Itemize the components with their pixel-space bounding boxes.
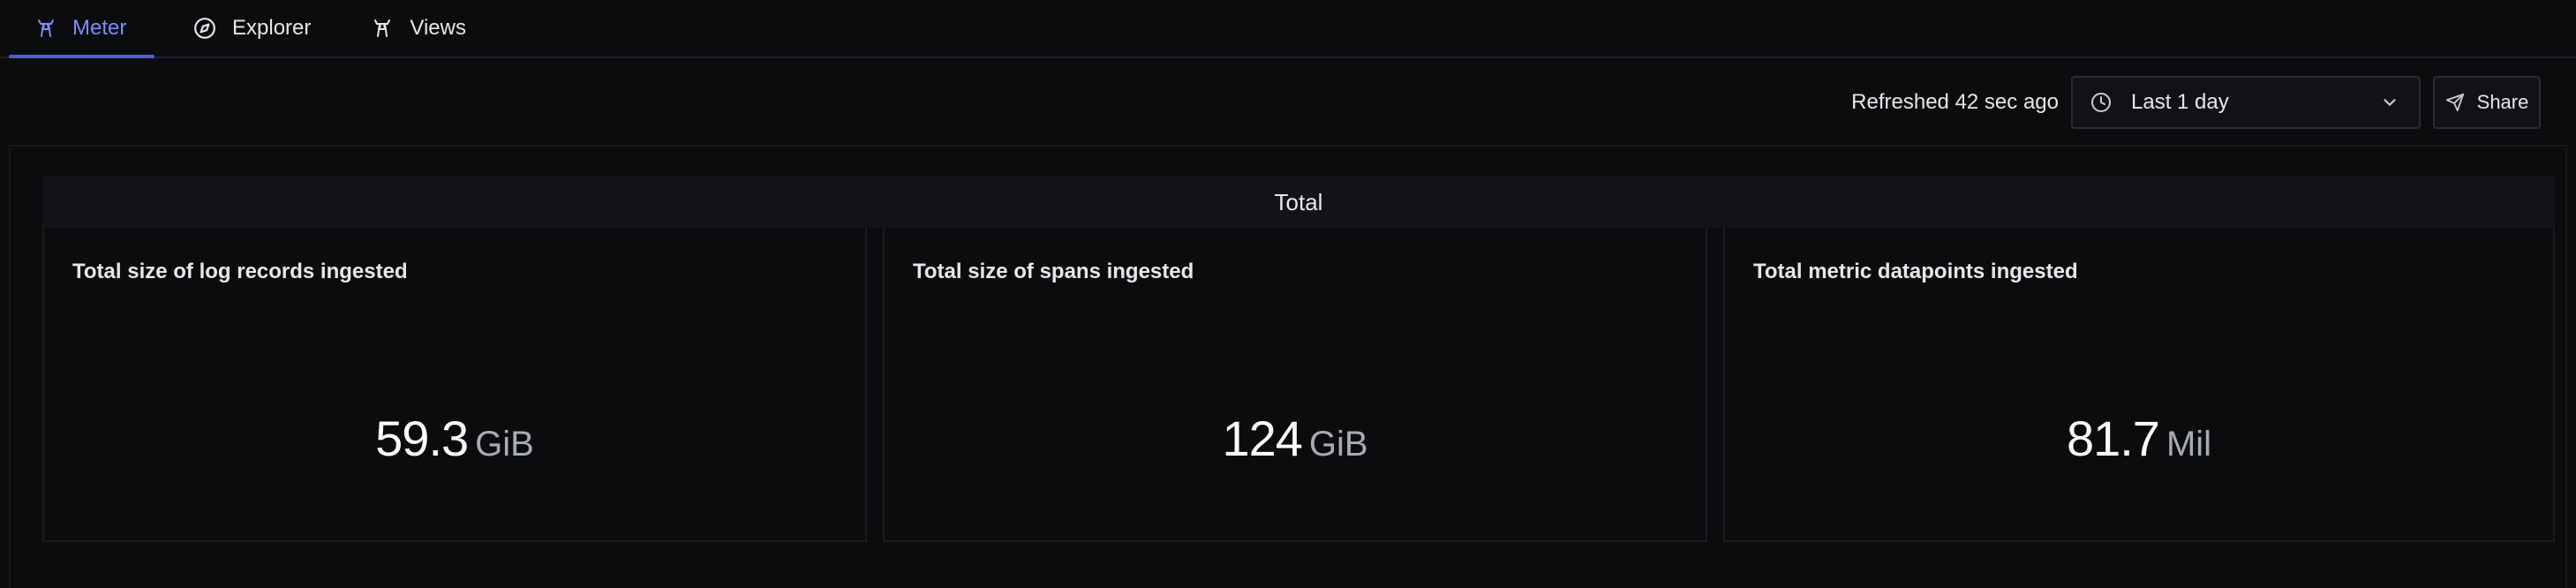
panel-value: 59.3 GiB <box>44 410 865 467</box>
value-unit: GiB <box>475 425 534 464</box>
panel-value: 81.7 Mil <box>1725 410 2553 467</box>
panel-title: Total size of log records ingested <box>72 260 408 283</box>
send-icon <box>2445 93 2465 112</box>
refreshed-status: Refreshed 42 sec ago <box>1851 90 2059 114</box>
dashboard-content: Total Total size of log records ingested… <box>9 148 2567 588</box>
tower-icon <box>371 17 394 40</box>
panel-spans[interactable]: Total size of spans ingested 124 GiB <box>883 228 1707 542</box>
tower-icon <box>35 17 56 40</box>
tab-explorer-label: Explorer <box>232 16 312 40</box>
toolbar: Refreshed 42 sec ago Last 1 day Share <box>9 60 2567 147</box>
share-label: Share <box>2476 91 2529 113</box>
panel-title: Total metric datapoints ingested <box>1753 260 2078 283</box>
compass-icon <box>193 17 216 40</box>
panel-value: 124 GiB <box>885 410 1706 467</box>
share-button[interactable]: Share <box>2433 76 2541 129</box>
panel-title: Total size of spans ingested <box>913 260 1194 283</box>
value-unit: GiB <box>1308 425 1368 464</box>
tab-meter[interactable]: Meter <box>0 0 154 58</box>
time-range-select[interactable]: Last 1 day <box>2071 76 2421 129</box>
tab-views[interactable]: Views <box>343 0 498 57</box>
app: Meter Explorer Views Refreshed 42 sec ag… <box>0 0 2576 588</box>
value-number: 59.3 <box>375 411 469 466</box>
chevron-down-icon <box>2380 93 2399 112</box>
tab-explorer[interactable]: Explorer <box>154 0 343 57</box>
section-title: Total <box>1274 188 1323 215</box>
panel-metric-datapoints[interactable]: Total metric datapoints ingested 81.7 Mil <box>1723 228 2555 542</box>
tab-meter-label: Meter <box>72 16 127 40</box>
panel-log-records[interactable]: Total size of log records ingested 59.3 G… <box>42 228 867 542</box>
tab-bar: Meter Explorer Views <box>0 0 2576 58</box>
clock-icon <box>2090 92 2112 113</box>
value-unit: Mil <box>2165 425 2212 464</box>
section-header-total[interactable]: Total <box>42 177 2555 228</box>
value-number: 81.7 <box>2066 411 2160 466</box>
tab-views-label: Views <box>410 16 466 40</box>
value-number: 124 <box>1222 411 1302 466</box>
time-range-value: Last 1 day <box>2131 90 2229 114</box>
